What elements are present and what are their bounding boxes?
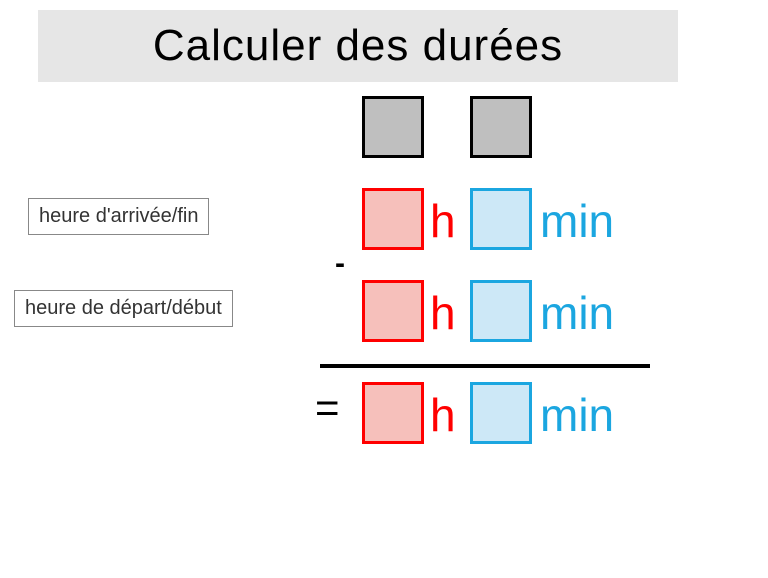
arrival-minutes-box [470, 188, 532, 250]
carry-box-hours [362, 96, 424, 158]
departure-hours-unit: h [430, 286, 456, 340]
separator-line [320, 364, 650, 368]
minus-operator: - [335, 247, 345, 281]
departure-label: heure de départ/début [14, 290, 233, 327]
diagram-canvas: h min - h min = h min heure d'arrivée/fi… [0, 82, 768, 578]
arrow-icon [218, 200, 358, 230]
result-hours-unit: h [430, 388, 456, 442]
arrival-hours-unit: h [430, 194, 456, 248]
arrow-icon [240, 292, 358, 322]
departure-minutes-box [470, 280, 532, 342]
result-minutes-unit: min [540, 388, 614, 442]
departure-hours-box [362, 280, 424, 342]
arrival-label: heure d'arrivée/fin [28, 198, 209, 235]
result-hours-box [362, 382, 424, 444]
arrival-minutes-unit: min [540, 194, 614, 248]
page-title: Calculer des durées [38, 10, 678, 82]
equals-operator: = [315, 384, 340, 432]
arrival-hours-box [362, 188, 424, 250]
carry-box-minutes [470, 96, 532, 158]
result-minutes-box [470, 382, 532, 444]
departure-minutes-unit: min [540, 286, 614, 340]
